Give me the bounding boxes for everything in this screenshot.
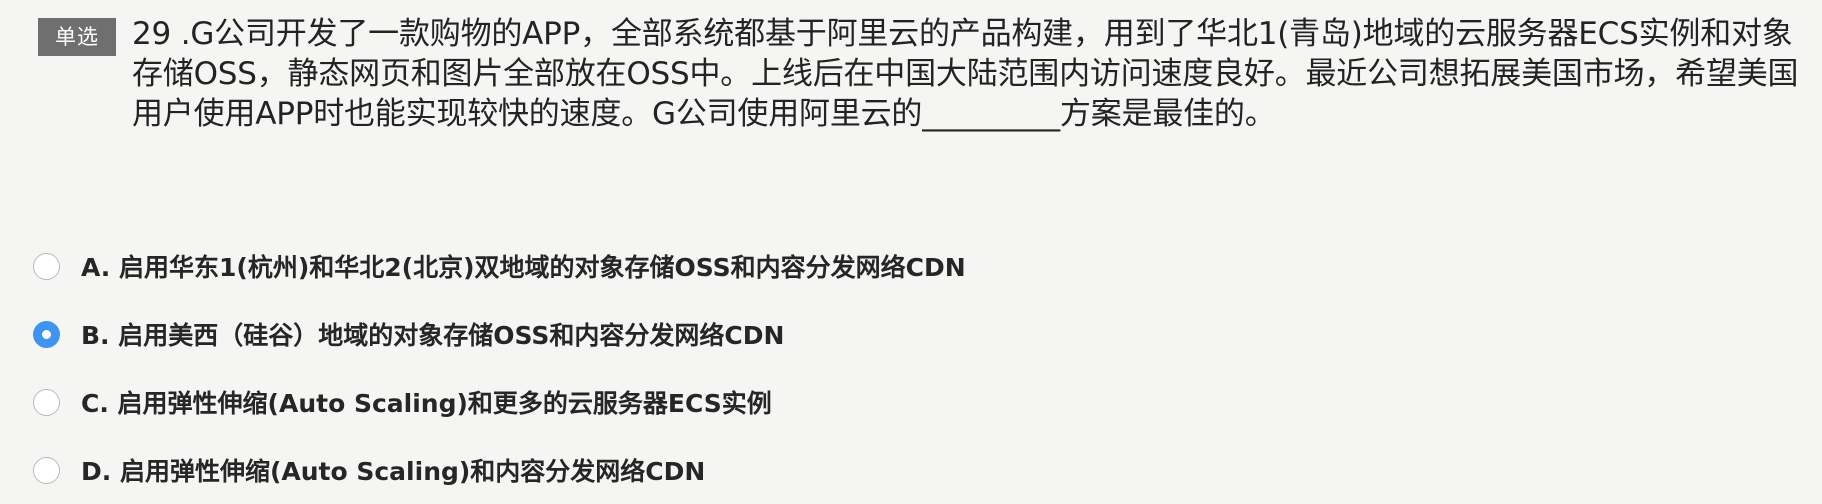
radio-a[interactable] — [33, 252, 60, 280]
question-block: 单选 29 .G公司开发了一款购物的APP，全部系统都基于阿里云的产品构建，用到… — [38, 14, 1813, 134]
question-type-badge: 单选 — [38, 18, 116, 56]
options-list: A. 启用华东1(杭州)和华北2(北京)双地域的对象存储OSS和内容分发网络CD… — [33, 232, 1733, 504]
question-stem: 29 .G公司开发了一款购物的APP，全部系统都基于阿里云的产品构建，用到了华北… — [132, 16, 1799, 132]
option-d-label[interactable]: D. 启用弹性伸缩(Auto Scaling)和内容分发网络CDN — [81, 452, 705, 488]
option-a[interactable]: A. 启用华东1(杭州)和华北2(北京)双地域的对象存储OSS和内容分发网络CD… — [33, 232, 1733, 300]
option-a-label[interactable]: A. 启用华东1(杭州)和华北2(北京)双地域的对象存储OSS和内容分发网络CD… — [81, 248, 966, 284]
option-c-label[interactable]: C. 启用弹性伸缩(Auto Scaling)和更多的云服务器ECS实例 — [81, 384, 772, 420]
radio-b[interactable] — [33, 320, 60, 348]
option-b[interactable]: B. 启用美西（硅谷）地域的对象存储OSS和内容分发网络CDN — [33, 300, 1733, 368]
option-b-label[interactable]: B. 启用美西（硅谷）地域的对象存储OSS和内容分发网络CDN — [81, 316, 784, 352]
radio-d[interactable] — [33, 456, 60, 484]
radio-c[interactable] — [33, 388, 60, 416]
option-c[interactable]: C. 启用弹性伸缩(Auto Scaling)和更多的云服务器ECS实例 — [33, 368, 1733, 436]
